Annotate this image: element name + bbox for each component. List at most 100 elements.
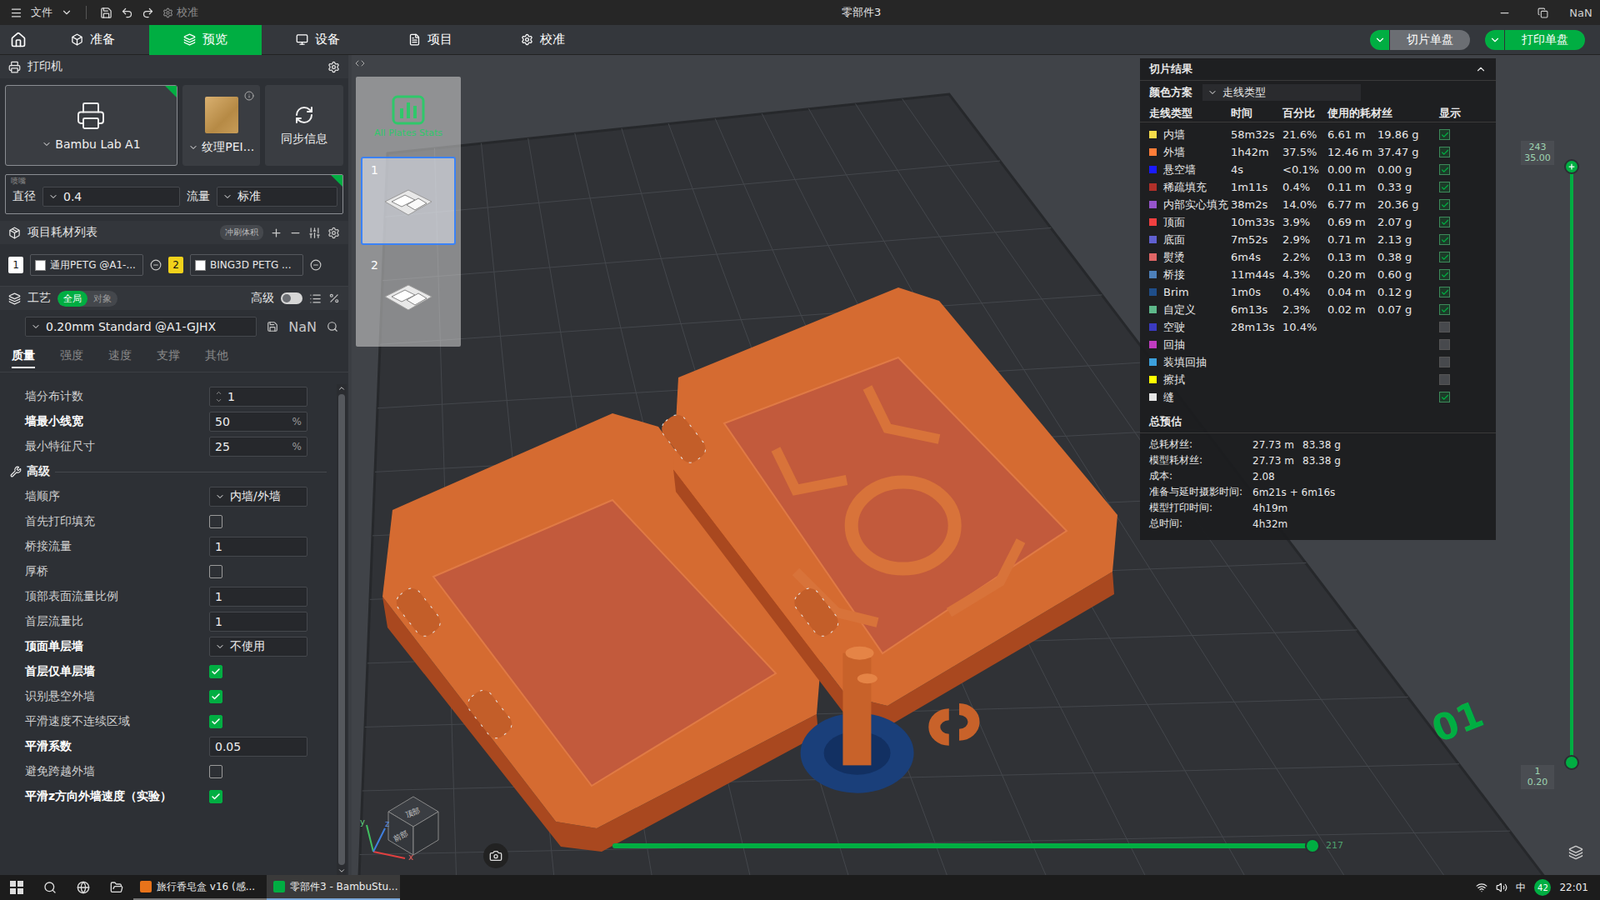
taskbar-app[interactable]: 零部件3 - BambuStu... — [266, 875, 400, 900]
layers-icon[interactable] — [1568, 845, 1584, 860]
scope-toggle[interactable]: 全局对象 — [57, 290, 118, 307]
flow-select[interactable]: 标准 — [216, 186, 338, 207]
plate-card[interactable]: 2 — [360, 251, 456, 340]
visibility-checkbox[interactable] — [1439, 216, 1450, 228]
network-icon[interactable] — [1475, 881, 1488, 894]
setting-input[interactable]: 0.05 — [209, 736, 308, 757]
scroll-thumb[interactable] — [338, 394, 345, 865]
box-right[interactable] — [673, 287, 1118, 706]
nav-tab[interactable]: 预览 — [149, 25, 262, 55]
setting-select[interactable]: 不使用 — [209, 636, 308, 657]
scroll-up-icon[interactable] — [337, 384, 346, 393]
printer-card[interactable]: Bambu Lab A1 — [5, 85, 178, 166]
move-handle[interactable] — [1305, 838, 1320, 854]
action-label[interactable]: 切片单盘 — [1390, 30, 1470, 50]
nav-tab[interactable]: 项目 — [374, 25, 487, 55]
file-menu[interactable]: 文件 — [30, 5, 53, 20]
setting-input[interactable]: 50% — [209, 411, 308, 432]
scope-option[interactable]: 全局 — [57, 290, 88, 307]
dropdown-caret[interactable] — [1370, 30, 1390, 50]
arrow-up-icon[interactable] — [215, 389, 223, 397]
visibility-checkbox[interactable] — [1439, 129, 1450, 140]
info-icon[interactable] — [244, 90, 255, 101]
setting-checkbox[interactable] — [209, 715, 223, 729]
setting-checkbox[interactable] — [209, 790, 223, 804]
visibility-checkbox[interactable] — [1439, 356, 1450, 368]
setting-checkbox[interactable] — [209, 515, 223, 529]
remove-filament-icon[interactable] — [150, 259, 162, 271]
filament-select[interactable]: BING3D PETG ... — [190, 254, 304, 276]
plate-card[interactable]: 1 — [360, 156, 456, 245]
clip[interactable] — [934, 714, 949, 740]
visibility-checkbox[interactable] — [1439, 164, 1450, 175]
arrow-down-icon[interactable] — [215, 396, 223, 405]
visibility-checkbox[interactable] — [1439, 304, 1450, 315]
visibility-checkbox[interactable] — [1439, 234, 1450, 245]
setting-checkbox[interactable] — [209, 565, 223, 579]
chevron-down-icon[interactable] — [60, 6, 73, 19]
printer-card[interactable]: 同步信息 — [265, 85, 344, 166]
minimize-button[interactable] — [1485, 0, 1524, 25]
slice-print-button[interactable]: 切片单盘 — [1370, 30, 1470, 50]
slice-print-button[interactable]: 打印单盘 — [1485, 30, 1585, 50]
printer-card[interactable]: 纹理PEI... — [182, 85, 261, 166]
sync-filament-icon[interactable] — [308, 226, 321, 240]
color-scheme-select[interactable]: 走线类型 — [1202, 84, 1361, 101]
pin[interactable] — [842, 653, 871, 766]
move-slider[interactable]: 217 — [612, 843, 1313, 849]
close-button[interactable]: NaN — [1561, 0, 1600, 25]
collapse-icon[interactable] — [1475, 63, 1487, 75]
collapse-icon[interactable] — [355, 58, 365, 69]
setting-checkbox[interactable] — [209, 690, 223, 704]
scrollbar[interactable] — [336, 384, 347, 875]
scope-option[interactable]: 对象 — [87, 290, 118, 307]
nav-tab[interactable]: 校准 — [486, 25, 600, 55]
compare-icon[interactable] — [328, 292, 340, 305]
volume-icon[interactable] — [1495, 881, 1508, 894]
layer-bottom-handle[interactable] — [1564, 755, 1580, 770]
save-icon[interactable] — [266, 320, 279, 333]
dropdown-caret[interactable] — [1485, 30, 1505, 50]
gear-icon[interactable] — [327, 226, 340, 240]
3d-viewport[interactable]: 01All Plates Stats12切片结果颜色方案走线类型走线类型时间百分… — [351, 55, 1600, 875]
all-plates-stats[interactable]: All Plates Stats — [360, 83, 456, 150]
settings-tab[interactable]: 强度 — [60, 348, 84, 369]
visibility-checkbox[interactable] — [1439, 181, 1450, 193]
explorer-button[interactable] — [100, 875, 134, 900]
setting-checkbox[interactable] — [209, 665, 223, 679]
tray-badge[interactable]: 42 — [1534, 879, 1551, 896]
layer-slider[interactable] — [1570, 166, 1574, 763]
setting-select[interactable]: 内墙/外墙 — [209, 486, 308, 507]
settings-tab[interactable]: 其他 — [205, 348, 229, 369]
action-label[interactable]: 打印单盘 — [1505, 30, 1585, 50]
search-icon[interactable] — [326, 320, 339, 333]
remove-icon[interactable] — [289, 226, 302, 240]
setting-input[interactable]: 1 — [209, 386, 308, 407]
gear-icon[interactable] — [327, 60, 340, 74]
taskbar-app[interactable]: 旅行香皂盒 v16 (感... — [133, 875, 267, 900]
browser-button[interactable] — [66, 875, 100, 900]
scroll-down-icon[interactable] — [337, 866, 346, 875]
camera-button[interactable] — [483, 843, 509, 869]
setting-input[interactable]: 25% — [209, 436, 308, 457]
settings-tab[interactable]: 支撑 — [156, 348, 180, 369]
visibility-checkbox[interactable] — [1439, 391, 1450, 403]
search-button[interactable] — [33, 875, 67, 900]
visibility-checkbox[interactable] — [1439, 339, 1450, 350]
clip[interactable] — [959, 709, 974, 735]
visibility-checkbox[interactable] — [1439, 374, 1450, 385]
start-button[interactable] — [0, 875, 34, 900]
ime-indicator[interactable]: 中 — [1515, 880, 1526, 895]
setting-input[interactable]: 1 — [209, 586, 308, 607]
visibility-checkbox[interactable] — [1439, 199, 1450, 210]
setting-checkbox[interactable] — [209, 765, 223, 779]
setting-input[interactable]: 1 — [209, 611, 308, 632]
clock[interactable]: 22:01 — [1559, 881, 1589, 894]
home-button[interactable] — [0, 25, 37, 55]
menu-icon[interactable] — [10, 6, 23, 20]
save-icon[interactable] — [100, 6, 113, 20]
settings-tab[interactable]: 质量 — [11, 348, 35, 369]
add-icon[interactable] — [270, 226, 283, 240]
spin-arrows[interactable] — [215, 389, 223, 405]
nav-tab[interactable]: 设备 — [261, 25, 375, 55]
